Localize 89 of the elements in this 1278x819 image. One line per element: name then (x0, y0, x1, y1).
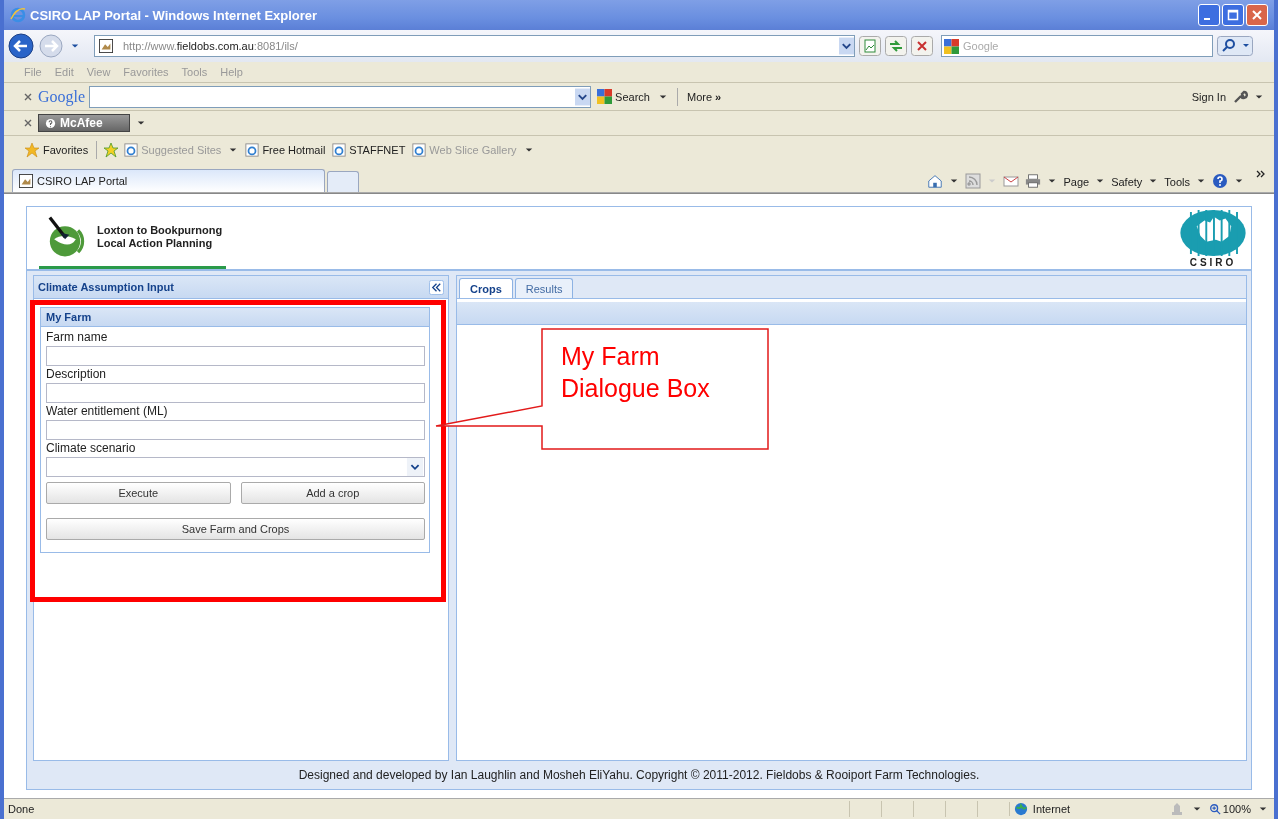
page-icon (99, 39, 113, 53)
favorite-link[interactable]: Free Hotmail (243, 143, 328, 157)
page-icon (19, 174, 33, 188)
help-icon (45, 117, 56, 129)
panel-title: Climate Assumption Input (38, 281, 174, 293)
browser-page-icon (124, 143, 139, 157)
compatibility-view-icon[interactable] (859, 36, 881, 56)
back-button[interactable] (8, 33, 34, 59)
caret-icon[interactable] (1255, 93, 1263, 100)
help-icon[interactable] (1212, 173, 1228, 189)
address-field[interactable]: http://www.fieldobs.com.au:8081/ils/ (94, 35, 855, 57)
tab[interactable]: Crops (459, 278, 513, 298)
caret-icon[interactable] (1235, 178, 1243, 184)
text-field[interactable] (46, 383, 425, 403)
field-label: Climate scenario (46, 441, 137, 455)
org-name: CSIRO (1189, 256, 1237, 268)
magnifier-icon (1208, 803, 1221, 815)
field-label: Farm name (46, 330, 109, 344)
print-icon[interactable] (1025, 173, 1042, 189)
command-menu-button[interactable]: Tools (1162, 176, 1192, 188)
command-menu-button[interactable]: Safety (1109, 176, 1145, 188)
stop-icon[interactable] (911, 36, 933, 56)
form-button[interactable]: Add a crop (240, 482, 425, 504)
search-provider-icon (597, 89, 613, 104)
save-button[interactable]: Save Farm and Crops (46, 518, 425, 540)
command-menu-button[interactable]: Page (1061, 176, 1092, 188)
caret-icon[interactable] (1197, 178, 1205, 184)
chevron-icon[interactable] (1256, 170, 1266, 178)
refresh-icon[interactable] (885, 36, 907, 56)
footer-text: Designed and developed by Ian Laughlin and Mosheh EliYahu. Copyright © 2011-2012. Fieldobs & Rooiport Farm Technologies. (298, 768, 980, 782)
search-placeholder: Google (963, 40, 999, 52)
toolbar-search-button[interactable]: Search (595, 89, 652, 104)
form-title: My Farm (46, 311, 92, 323)
text-field[interactable] (46, 346, 425, 366)
caret-icon[interactable] (950, 178, 959, 184)
caret-icon[interactable] (1149, 178, 1158, 184)
window-title: CSIRO LAP Portal - Windows Internet Explorer (30, 7, 319, 23)
favorites-button[interactable]: Favorites (22, 142, 91, 158)
field-label: Water entitlement (ML) (46, 404, 169, 418)
dropdown-icon[interactable] (839, 37, 854, 55)
mail-icon[interactable] (1003, 173, 1020, 189)
search-provider-icon (944, 38, 959, 54)
search-icon[interactable] (1217, 36, 1253, 56)
zoom-button[interactable]: 100% (1206, 803, 1253, 815)
caret-icon[interactable] (1192, 806, 1201, 812)
tab[interactable]: Results (514, 278, 574, 298)
star-icon (24, 142, 40, 158)
browser-page-icon (245, 143, 260, 157)
zone-indicator: Internet (1008, 802, 1164, 816)
toolbar-search-field[interactable] (89, 85, 592, 108)
browser-page-icon (332, 143, 347, 157)
select-field[interactable] (46, 457, 425, 477)
close-toolbar-icon[interactable] (24, 119, 34, 127)
caret-icon[interactable] (658, 93, 667, 100)
text-field[interactable] (46, 420, 425, 440)
mcafee-badge[interactable]: McAfee (38, 114, 130, 132)
caret-icon[interactable] (1259, 806, 1267, 812)
site-title: Loxton to Bookpurnong (97, 223, 223, 237)
history-dropdown-icon[interactable] (71, 43, 79, 49)
more-button[interactable]: More » (684, 90, 724, 103)
maximize-button[interactable] (1222, 4, 1244, 26)
globe-icon (1013, 802, 1028, 816)
home-icon[interactable] (927, 173, 944, 189)
close-toolbar-icon[interactable] (24, 92, 34, 101)
favorite-link[interactable]: STAFFNET (330, 143, 408, 157)
site-title: Local Action Planning (97, 236, 214, 250)
toolbar-brand: McAfee (60, 116, 103, 130)
url-text: http://www.fieldobs.com.au:8081/ils/ (123, 40, 298, 52)
form-button[interactable]: Execute (46, 482, 231, 504)
browser-logo-icon (10, 7, 26, 23)
field-label: Description (46, 367, 108, 381)
caret-icon[interactable] (1096, 178, 1105, 184)
caret-icon[interactable] (136, 120, 145, 126)
minimize-button[interactable] (1198, 4, 1220, 26)
dropdown-icon[interactable] (406, 458, 424, 476)
status-text: Done (8, 803, 35, 815)
close-button[interactable] (1246, 4, 1268, 26)
sign-in-button[interactable]: Sign In (1189, 90, 1228, 103)
collapse-icon[interactable] (429, 279, 444, 295)
toolbar-logo: Google (38, 87, 86, 106)
dropdown-icon[interactable] (575, 87, 591, 106)
browser-page-icon (412, 143, 427, 157)
browser-tab[interactable]: CSIRO LAP Portal (12, 169, 325, 192)
minimize-icon (1204, 18, 1210, 20)
close-icon (1251, 9, 1263, 21)
maximize-icon (1227, 9, 1239, 21)
callout-text: My Farm Dialogue Box (561, 341, 710, 404)
wrench-icon[interactable] (1232, 88, 1248, 105)
caret-icon[interactable] (1048, 178, 1057, 184)
